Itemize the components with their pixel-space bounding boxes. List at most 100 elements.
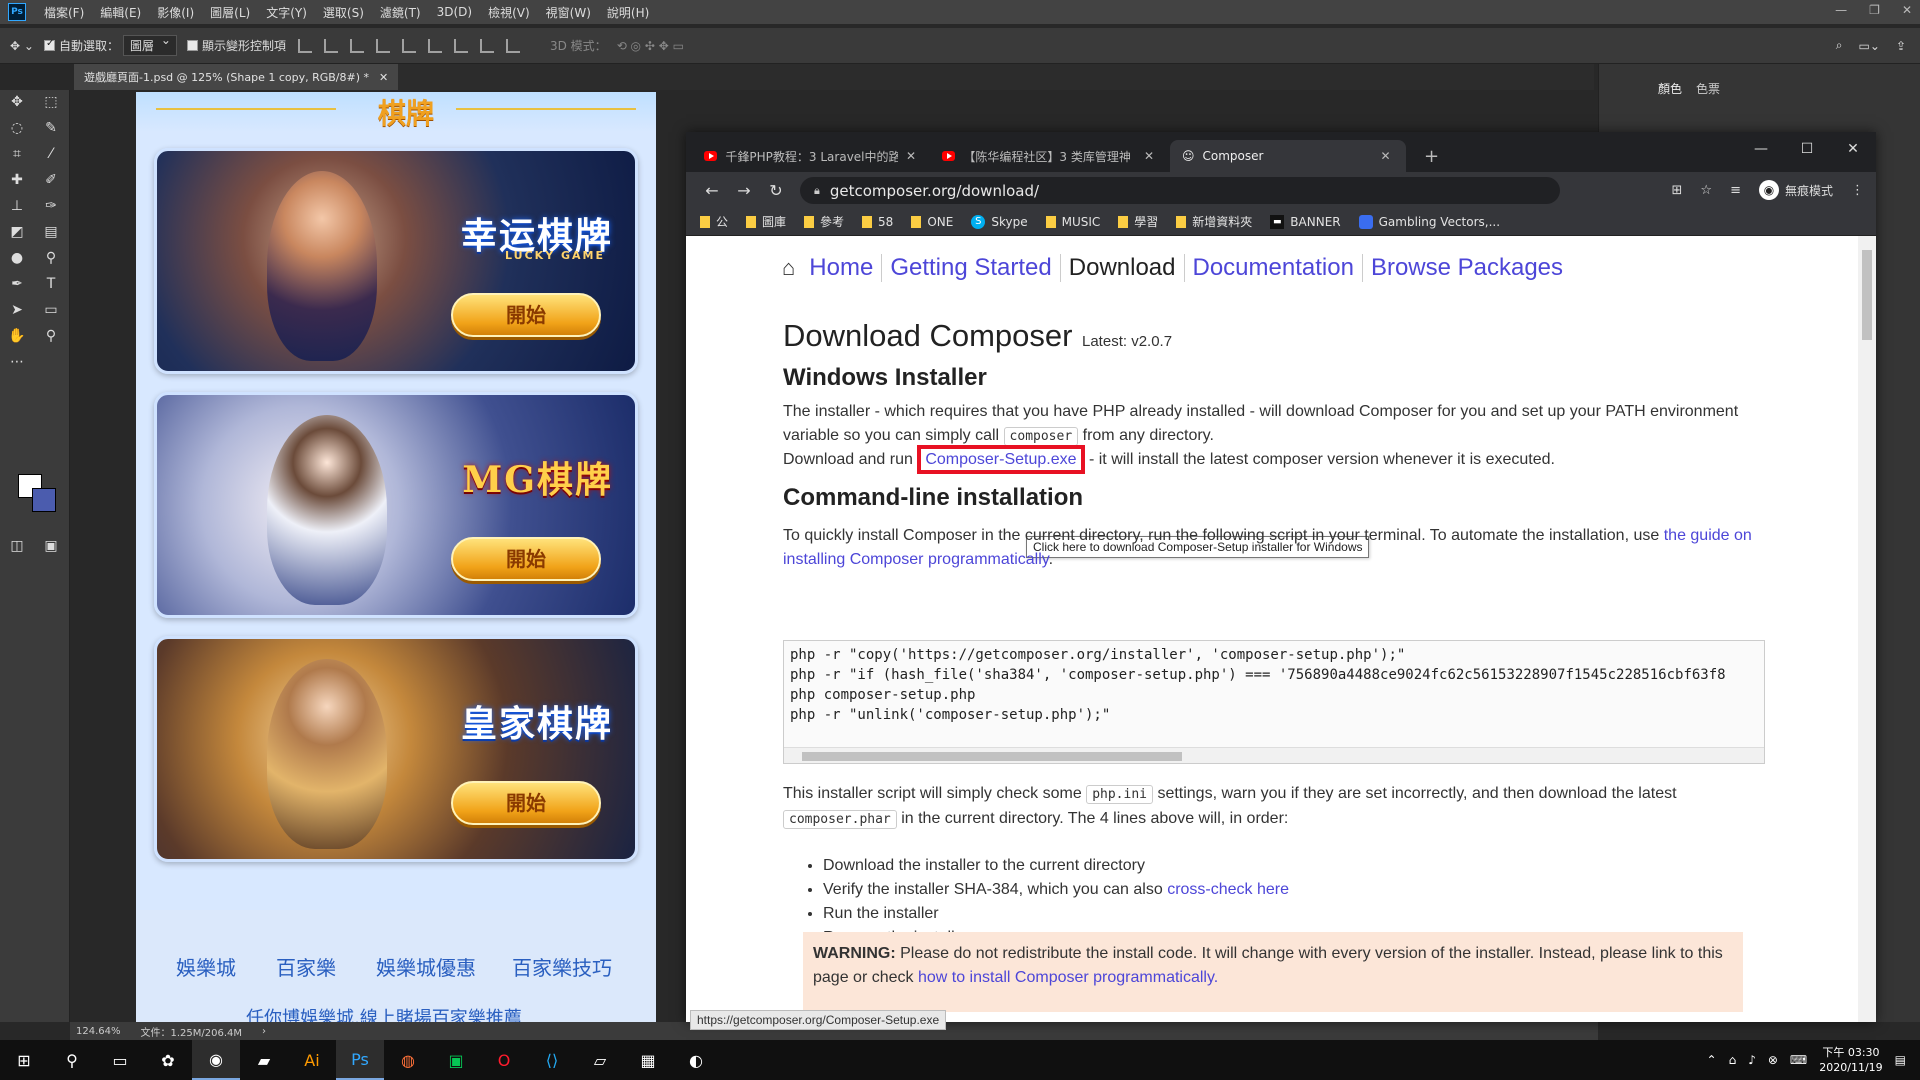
footer-link-casino[interactable]: 娛樂城 — [176, 952, 236, 981]
task-view-icon[interactable]: ▭ — [96, 1040, 144, 1080]
game-card-mg[interactable]: MG棋牌 開始 — [154, 392, 638, 618]
bookmark-folder[interactable]: 學習 — [1118, 213, 1158, 230]
zoom-level[interactable]: 124.64% — [76, 1026, 121, 1037]
brush-tool-icon[interactable]: ✐ — [40, 170, 62, 190]
design-canvas[interactable]: 棋牌 幸运棋牌 LUCKY GAME 開始 MG棋牌 開始 皇家棋牌 開始 娛樂… — [136, 92, 656, 1022]
nav-getting-started[interactable]: Getting Started — [882, 254, 1061, 282]
minimize-icon[interactable]: — — [1738, 132, 1784, 166]
game-card-royal[interactable]: 皇家棋牌 開始 — [154, 636, 638, 862]
bookmark-gambling[interactable]: Gambling Vectors,... — [1358, 214, 1500, 229]
firefox-icon[interactable]: ◍ — [384, 1040, 432, 1080]
notes-icon[interactable]: ▱ — [576, 1040, 624, 1080]
new-tab-button[interactable]: + — [1412, 140, 1451, 172]
distribute-center-icon[interactable] — [479, 38, 494, 53]
translate-icon[interactable]: ⊞ — [1672, 183, 1683, 198]
windows-start-icon[interactable]: ⊞ — [0, 1040, 48, 1080]
footer-link-promo[interactable]: 娛樂城優惠 — [376, 952, 476, 981]
illustrator-icon[interactable]: Ai — [288, 1040, 336, 1080]
move-tool-icon[interactable]: ✥ ⌄ — [10, 39, 34, 53]
forward-icon[interactable]: → — [728, 181, 760, 200]
document-tab[interactable]: 遊戲廳頁面-1.psd @ 125% (Shape 1 copy, RGB/8#… — [74, 64, 399, 90]
show-transform-checkbox[interactable] — [186, 40, 198, 51]
maximize-icon[interactable]: ☐ — [1784, 132, 1830, 166]
search-icon[interactable]: ⌕ — [1836, 38, 1843, 53]
auto-select-option[interactable]: 自動選取： 圖層 — [43, 33, 177, 56]
align-right-icon[interactable] — [427, 38, 442, 53]
chrome-icon[interactable]: ◉ — [192, 1040, 240, 1080]
menu-help[interactable]: 說明(H) — [599, 4, 657, 21]
url-text[interactable]: getcomposer.org/download/ — [830, 182, 1039, 200]
rectangle-tool-icon[interactable]: ▭ — [40, 300, 62, 320]
distribute-top-icon[interactable] — [453, 38, 468, 53]
bookmark-folder[interactable]: 圖庫 — [746, 213, 786, 230]
start-button[interactable]: 開始 — [451, 537, 601, 581]
opera-icon[interactable]: O — [480, 1040, 528, 1080]
notification-icon[interactable]: ▤ — [1895, 1053, 1906, 1067]
history-brush-icon[interactable]: ✑ — [40, 196, 62, 216]
background-color-swatch[interactable] — [32, 488, 56, 512]
install-programmatically-link[interactable]: how to install Composer programmatically… — [918, 969, 1218, 986]
volume-icon[interactable]: ♪ — [1748, 1053, 1756, 1067]
eraser-tool-icon[interactable]: ◩ — [6, 222, 28, 242]
close-icon[interactable]: ✕ — [1381, 149, 1391, 163]
home-icon[interactable]: ⌂ — [782, 255, 795, 281]
bookmark-banner[interactable]: ▬ BANNER — [1270, 214, 1341, 229]
reading-list-icon[interactable]: ≡ — [1730, 183, 1741, 198]
quick-mask-icon[interactable]: ◫ — [6, 536, 28, 556]
lasso-tool-icon[interactable]: ◌ — [6, 118, 28, 138]
align-left-icon[interactable] — [375, 38, 390, 53]
tab-youtube-2[interactable]: 【陈华编程社区】3 类库管理神 ✕ — [930, 140, 1166, 172]
eyedropper-tool-icon[interactable]: ⁄ — [40, 144, 62, 164]
menu-select[interactable]: 選取(S) — [315, 4, 372, 21]
hand-tool-icon[interactable]: ✋ — [6, 326, 28, 346]
tab-composer[interactable]: ☺ Composer ✕ — [1170, 140, 1406, 172]
align-top-icon[interactable] — [297, 38, 312, 53]
line-icon[interactable]: ▣ — [432, 1040, 480, 1080]
menu-edit[interactable]: 編輯(E) — [92, 4, 149, 21]
app-icon[interactable]: ✿ — [144, 1040, 192, 1080]
photoshop-icon[interactable]: Ps — [336, 1040, 384, 1080]
install-code-block[interactable]: php -r "copy('https://getcomposer.org/in… — [783, 640, 1765, 764]
menu-image[interactable]: 影像(I) — [149, 4, 202, 21]
bookmark-folder[interactable]: 新增資料夾 — [1176, 213, 1252, 230]
close-icon[interactable]: ✕ — [906, 149, 916, 163]
close-window-icon[interactable]: ✕ — [1830, 132, 1876, 166]
nav-documentation[interactable]: Documentation — [1185, 254, 1363, 282]
screen-mode-icon[interactable]: ▣ — [40, 536, 62, 556]
back-icon[interactable]: ← — [696, 181, 728, 200]
start-button[interactable]: 開始 — [451, 781, 601, 825]
show-transform-option[interactable]: 顯示變形控制項 — [186, 37, 286, 54]
nav-home[interactable]: Home — [801, 254, 883, 282]
zoom-tool-icon[interactable]: ⚲ — [40, 326, 62, 346]
auto-select-dropdown[interactable]: 圖層 — [122, 33, 177, 56]
keyboard-icon[interactable]: ⌨ — [1790, 1053, 1807, 1067]
menu-dots-icon[interactable]: ⋮ — [1851, 183, 1864, 198]
more-tools-icon[interactable]: ⋯ — [6, 352, 28, 372]
align-hcenter-icon[interactable] — [401, 38, 416, 53]
cross-check-link[interactable]: cross-check here — [1167, 881, 1289, 898]
align-bottom-icon[interactable] — [349, 38, 364, 53]
page-vertical-scrollbar[interactable] — [1858, 236, 1876, 1022]
footer-link-tips[interactable]: 百家樂技巧 — [512, 952, 612, 981]
gradient-tool-icon[interactable]: ▤ — [40, 222, 62, 242]
close-icon[interactable]: ✕ — [379, 71, 388, 84]
nav-download[interactable]: Download — [1061, 254, 1185, 282]
bookmark-folder[interactable]: ONE — [911, 215, 953, 229]
share-icon[interactable]: ⇪ — [1896, 39, 1906, 53]
chevron-up-icon[interactable]: ⌃ — [1707, 1053, 1717, 1067]
chevron-right-icon[interactable]: › — [262, 1026, 266, 1037]
menu-3d[interactable]: 3D(D) — [429, 5, 480, 19]
bookmark-skype[interactable]: S Skype — [971, 214, 1028, 229]
address-bar[interactable]: 🔒︎ getcomposer.org/download/ — [800, 177, 1560, 204]
align-vcenter-icon[interactable] — [323, 38, 338, 53]
ps-close-icon[interactable]: ✕ — [1902, 3, 1912, 17]
menu-filter[interactable]: 濾鏡(T) — [372, 4, 429, 21]
distribute-bottom-icon[interactable] — [505, 38, 520, 53]
composer-setup-link[interactable]: Composer-Setup.exe — [917, 445, 1085, 474]
reload-icon[interactable]: ↻ — [760, 181, 792, 200]
calculator-icon[interactable]: ▦ — [624, 1040, 672, 1080]
ps-minimize-icon[interactable]: — — [1835, 3, 1847, 17]
menu-file[interactable]: 檔案(F) — [36, 4, 92, 21]
footer-link-baccarat[interactable]: 百家樂 — [276, 952, 336, 981]
bookmark-folder[interactable]: 參考 — [804, 213, 844, 230]
